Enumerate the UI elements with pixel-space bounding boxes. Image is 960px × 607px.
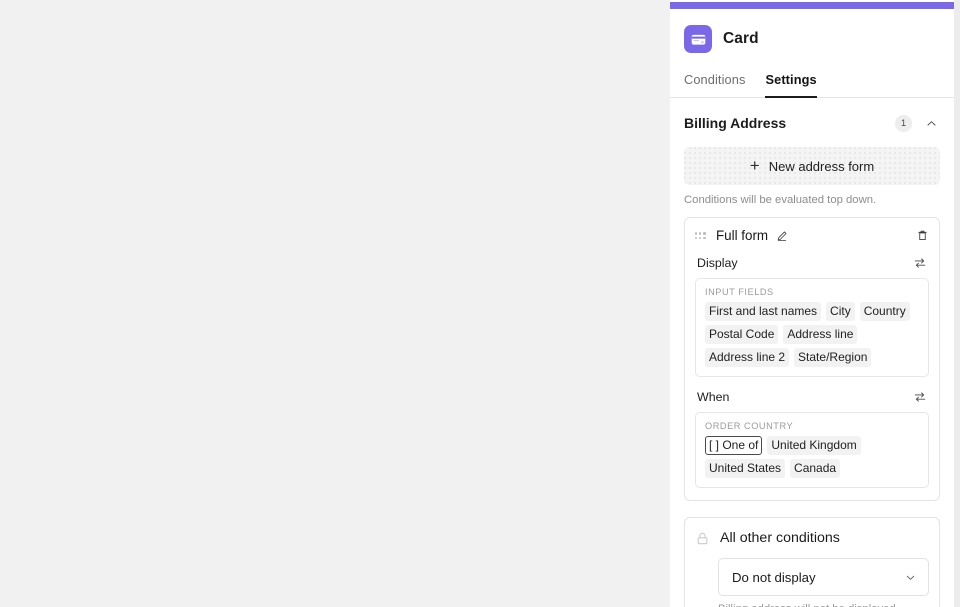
accent-bar <box>670 2 954 9</box>
chevron-up-icon[interactable] <box>922 114 940 132</box>
panel-content: Card Conditions Settings Billing Address… <box>670 9 954 607</box>
lock-icon <box>695 531 710 546</box>
order-country-chip-list: [ ] One of United Kingdom United States … <box>705 436 919 478</box>
swap-arrows-icon[interactable] <box>913 256 927 270</box>
swap-arrows-icon[interactable] <box>913 390 927 404</box>
editor-canvas <box>0 0 670 607</box>
panel-header: Card <box>670 9 954 53</box>
credit-card-icon <box>684 25 712 53</box>
chevron-down-icon[interactable] <box>904 571 917 584</box>
new-address-form-label: New address form <box>768 158 875 174</box>
new-address-form-button[interactable]: + New address form <box>684 147 940 185</box>
when-row: When <box>697 390 927 404</box>
conditions-helper-note: Conditions will be evaluated top down. <box>684 194 877 206</box>
tab-conditions[interactable]: Conditions <box>684 72 745 98</box>
all-other-conditions-card: All other conditions Do not display Bill… <box>684 517 940 607</box>
condition-name: Full form <box>716 228 769 243</box>
all-other-conditions-title: All other conditions <box>720 530 840 546</box>
trash-icon[interactable] <box>916 229 929 242</box>
page-title: Card <box>723 30 759 47</box>
input-fields-chip-list: First and last names City Country Postal… <box>705 302 919 367</box>
order-country-box: ORDER COUNTRY [ ] One of United Kingdom … <box>695 412 929 488</box>
list-item[interactable]: United States <box>705 459 786 478</box>
list-item[interactable]: Postal Code <box>705 325 779 344</box>
tab-settings[interactable]: Settings <box>765 72 817 98</box>
drag-handle-icon[interactable] <box>695 232 708 239</box>
list-item[interactable]: First and last names <box>705 302 822 321</box>
list-item[interactable]: Address line 2 <box>705 348 790 367</box>
display-label: Display <box>697 256 738 270</box>
plus-icon: + <box>749 156 760 175</box>
display-mode-note: Billing address will not be displayed <box>718 603 929 607</box>
app-root: Card Conditions Settings Billing Address… <box>0 0 960 607</box>
billing-address-title: Billing Address <box>684 115 787 131</box>
list-item[interactable]: Canada <box>790 459 841 478</box>
order-country-group-label: ORDER COUNTRY <box>705 421 794 431</box>
panel-tabs: Conditions Settings <box>670 72 954 98</box>
operator-chip[interactable]: [ ] One of <box>705 436 763 455</box>
pencil-icon[interactable] <box>776 230 788 242</box>
condition-card-full-form: Full form Display INPUT FIELDS First and… <box>684 217 940 501</box>
list-item[interactable]: United Kingdom <box>767 436 861 455</box>
list-item[interactable]: City <box>826 302 855 321</box>
display-mode-select[interactable]: Do not display <box>718 558 929 596</box>
all-other-conditions-header: All other conditions <box>695 530 929 546</box>
panel-scrollbar[interactable] <box>954 0 960 607</box>
input-fields-group-label: INPUT FIELDS <box>705 287 774 297</box>
list-item[interactable]: Address line <box>783 325 858 344</box>
status-badge: 1 <box>895 114 912 132</box>
display-row: Display <box>697 256 927 270</box>
display-mode-value: Do not display <box>732 569 816 585</box>
when-label: When <box>697 390 730 404</box>
settings-side-panel: Card Conditions Settings Billing Address… <box>670 0 960 607</box>
list-item[interactable]: State/Region <box>794 348 872 367</box>
condition-card-header: Full form <box>695 228 929 243</box>
list-item[interactable]: Country <box>859 302 910 321</box>
billing-address-section-header: Billing Address 1 <box>670 98 954 132</box>
input-fields-box: INPUT FIELDS First and last names City C… <box>695 278 929 377</box>
